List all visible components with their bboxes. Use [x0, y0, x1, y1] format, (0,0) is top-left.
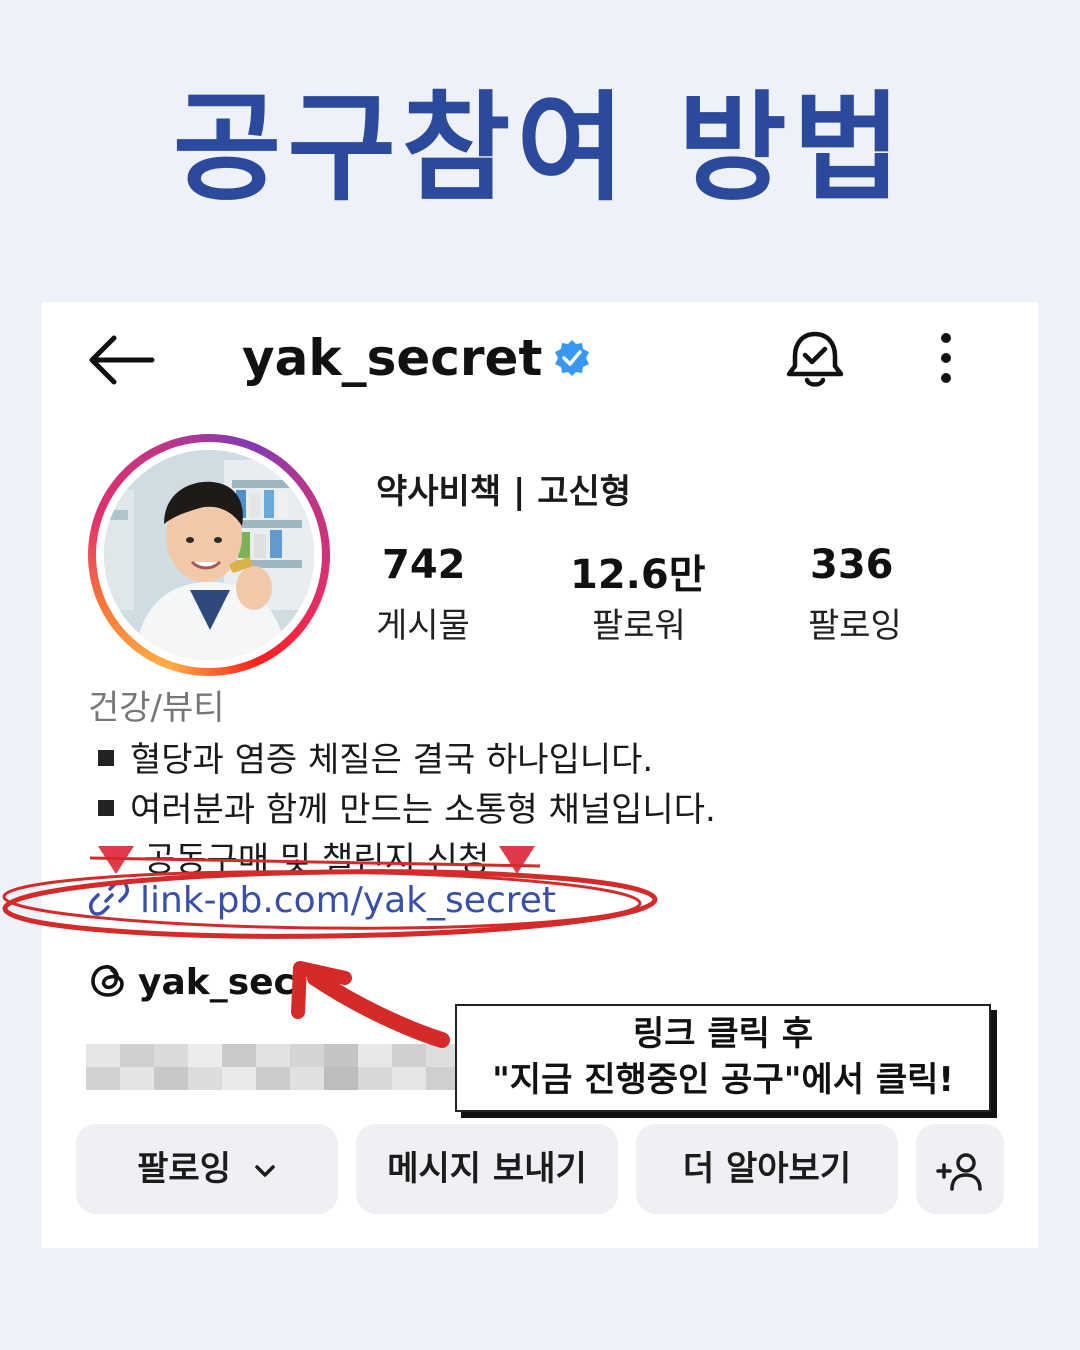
- posts-count[interactable]: 742: [382, 542, 466, 588]
- threads-icon: [91, 965, 124, 997]
- avatar-photo: [104, 450, 314, 660]
- instruction-callout: 링크 클릭 후 "지금 진행중인 공구"에서 클릭!: [455, 1004, 991, 1112]
- bio-line: 공동구매 및 챌린지 신청: [88, 832, 545, 881]
- red-triangle-icon: [98, 845, 134, 874]
- page-title: 공구참여 방법: [172, 79, 908, 217]
- posts-label[interactable]: 게시물: [376, 598, 470, 647]
- bio-line: 혈당과 염증 체질은 결국 하나입니다.: [98, 732, 653, 781]
- learn-more-button[interactable]: 더 알아보기: [636, 1124, 898, 1214]
- chevron-down-icon: [255, 1164, 275, 1177]
- top-bar: yak_secret: [42, 302, 1038, 422]
- add-person-button[interactable]: [916, 1124, 1004, 1214]
- verified-badge-icon: [555, 340, 589, 376]
- add-person-icon: [936, 1152, 982, 1191]
- message-button[interactable]: 메시지 보내기: [356, 1124, 618, 1214]
- red-triangle-icon: [499, 845, 536, 874]
- avatar: [104, 450, 314, 660]
- bio-line: 여러분과 함께 만드는 소통형 채널입니다.: [98, 782, 716, 831]
- followers-label[interactable]: 팔로워: [592, 598, 686, 647]
- followers-count[interactable]: 12.6만: [570, 542, 706, 600]
- display-name: 약사비책 | 고신형: [376, 472, 632, 512]
- profile-category: 건강/뷰티: [88, 688, 225, 728]
- more-vertical-icon[interactable]: [934, 332, 958, 384]
- back-arrow-icon[interactable]: [86, 332, 156, 388]
- callout-line-2: "지금 진행중인 공구"에서 클릭!: [492, 1060, 954, 1100]
- following-dropdown-button[interactable]: 팔로잉: [76, 1124, 338, 1214]
- link-icon: [88, 880, 130, 916]
- threads-badge[interactable]: yak_sec: [88, 962, 295, 1004]
- profile-link[interactable]: link-pb.com/yak_secret: [88, 880, 556, 923]
- following-count[interactable]: 336: [810, 542, 894, 588]
- username-header: yak_secret: [242, 329, 543, 387]
- square-bullet-icon: [98, 749, 114, 766]
- following-label[interactable]: 팔로잉: [808, 598, 902, 647]
- square-bullet-icon: [98, 799, 114, 816]
- bell-icon[interactable]: [782, 326, 848, 392]
- callout-line-1: 링크 클릭 후: [632, 1014, 814, 1054]
- avatar-story-ring[interactable]: [88, 434, 330, 676]
- pixelated-redaction: [86, 1044, 466, 1090]
